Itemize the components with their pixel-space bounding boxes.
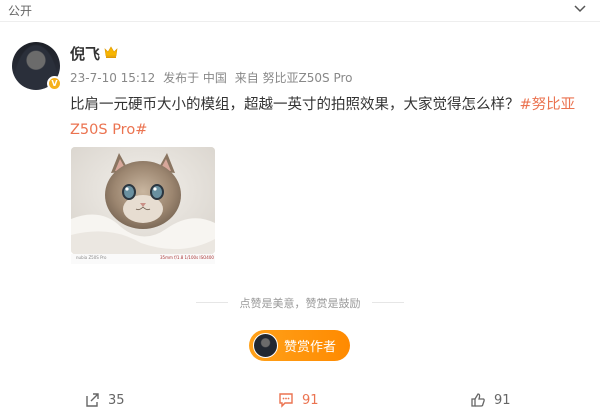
username[interactable]: 倪飞 [70, 43, 100, 64]
post-source: 来自 努比亚Z50S Pro [234, 71, 353, 85]
kitten-photo-image [71, 147, 215, 254]
post-body: 比肩一元硬币大小的模组，超越一英寸的拍照效果，大家觉得怎么样？ [70, 97, 520, 113]
reward-author-button[interactable]: 赞赏作者 [249, 330, 350, 361]
post-time[interactable]: 23-7-10 15:12 [70, 71, 155, 85]
divider-left [196, 302, 228, 303]
photo-watermark-spec: 35mm f/1.8 1/100s ISO400 [160, 255, 214, 260]
visibility-label[interactable]: 公开 [8, 2, 32, 19]
verified-badge-icon: V [47, 76, 62, 91]
share-count: 35 [108, 392, 125, 408]
like-count: 91 [494, 392, 511, 408]
post-location: 发布于 中国 [163, 71, 227, 85]
reward-button-label: 赞赏作者 [284, 340, 337, 355]
post-photo[interactable] [71, 147, 215, 254]
share-button[interactable]: 35 [84, 392, 125, 408]
comment-count: 91 [302, 392, 319, 408]
crown-icon[interactable] [103, 45, 119, 59]
comment-button[interactable]: 91 [278, 392, 319, 408]
post-meta: 23-7-10 15:12 发布于 中国 来自 努比亚Z50S Pro [70, 69, 357, 86]
photo-watermark-brand: nubia Z50S Pro [76, 255, 107, 260]
share-icon [86, 393, 99, 407]
reward-avatar [253, 333, 278, 358]
like-button[interactable]: 91 [470, 392, 511, 408]
post-content: 比肩一元硬币大小的模组，超越一英寸的拍照效果，大家觉得怎么样？#努比亚Z50S … [70, 93, 590, 143]
chevron-down-icon[interactable] [574, 4, 586, 14]
comment-icon [279, 393, 293, 408]
reward-divider-text: 点赞是美意，赞赏是鼓励 [239, 297, 361, 310]
top-bar: 公开 [0, 0, 600, 22]
divider-right [372, 302, 404, 303]
thumbs-up-icon [471, 393, 485, 407]
